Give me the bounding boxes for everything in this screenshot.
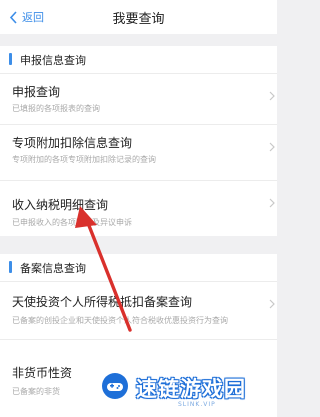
list-item-income-tax-detail-query[interactable]: 收入纳税明细查询 已申报收入的各项明细及异议申诉: [0, 180, 277, 236]
page-title: 我要查询: [112, 12, 165, 27]
list-item-angel-investment-filing-query[interactable]: 天使投资个人所得税抵扣备案查询 已备案的创投企业和天使投资个人符合税收优惠投资行…: [0, 281, 277, 339]
section-accent-bar: [9, 261, 12, 273]
list-item-title: 非货币性资: [12, 366, 73, 380]
watermark-brand: 速链游戏园: [136, 377, 246, 401]
section-header-filing: 备案信息查询: [0, 254, 277, 281]
chevron-right-icon: [269, 91, 275, 101]
list-item-title: 收入纳税明细查询: [12, 198, 109, 212]
section-accent-bar: [9, 53, 12, 65]
section-header-declaration: 申报信息查询: [0, 46, 277, 73]
list-item-desc: 已申报收入的各项明细及异议申诉: [12, 218, 132, 227]
list-item-desc: 已填报的各项报表的查询: [12, 104, 100, 113]
chevron-right-icon: [269, 198, 275, 208]
section-header-label: 备案信息查询: [20, 262, 86, 275]
list-item-desc: 专项附加的各项专项附加扣除记录的查询: [12, 155, 156, 164]
chevron-right-icon: [269, 299, 275, 309]
list-item-special-deduction-query[interactable]: 专项附加扣除信息查询 专项附加的各项专项附加扣除记录的查询: [0, 124, 277, 180]
list-item-title: 天使投资个人所得税抵扣备案查询: [12, 295, 193, 309]
list-item-title: 申报查询: [12, 85, 61, 99]
section-header-label: 申报信息查询: [20, 54, 86, 67]
list-item-declaration-query[interactable]: 申报查询 已填报的各项报表的查询: [0, 73, 277, 124]
list-item-desc: 已备案的创投企业和天使投资个人符合税收优惠投资行为查询: [12, 316, 228, 325]
nav-bar: 返回 我要查询: [0, 0, 277, 34]
watermark-logo: 速链游戏园 SLINK.VIP: [100, 369, 270, 415]
list-item-title: 专项附加扣除信息查询: [12, 136, 133, 150]
game-controller-icon: [102, 373, 128, 399]
watermark-sub: SLINK.VIP: [178, 401, 216, 408]
chevron-right-icon: [269, 142, 275, 152]
